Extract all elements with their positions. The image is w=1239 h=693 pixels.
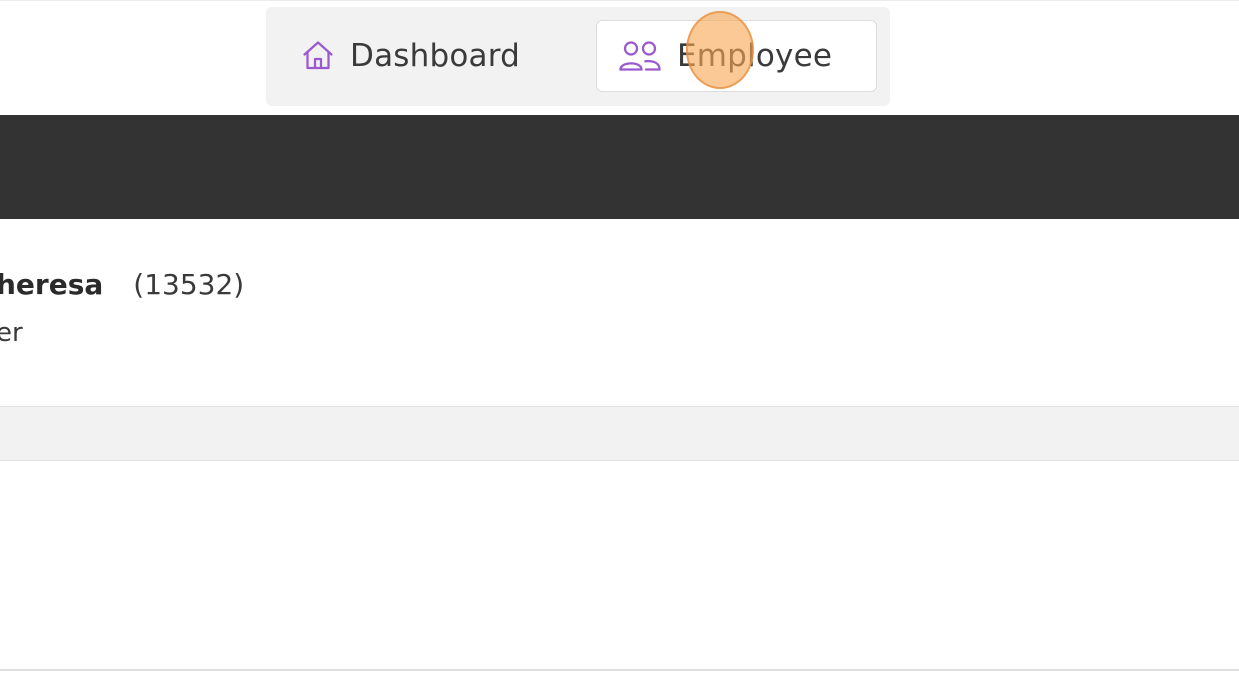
employee-id: (13532): [133, 267, 245, 301]
tab-dashboard-label: Dashboard: [350, 38, 520, 74]
employee-header: heresa (13532): [0, 262, 244, 306]
employee-name: heresa: [0, 267, 104, 301]
employee-role: er: [0, 318, 23, 348]
users-icon: [617, 38, 663, 74]
top-border: [0, 0, 1239, 1]
divider: [0, 669, 1239, 671]
home-icon: [300, 38, 336, 74]
tab-dashboard[interactable]: Dashboard: [286, 20, 586, 92]
header-band: [0, 115, 1239, 219]
tab-employee-label: Employee: [677, 38, 833, 74]
tab-employee[interactable]: Employee: [596, 20, 877, 92]
section-bar: [0, 406, 1239, 461]
nav-tab-bar: Dashboard Employee: [266, 7, 890, 106]
